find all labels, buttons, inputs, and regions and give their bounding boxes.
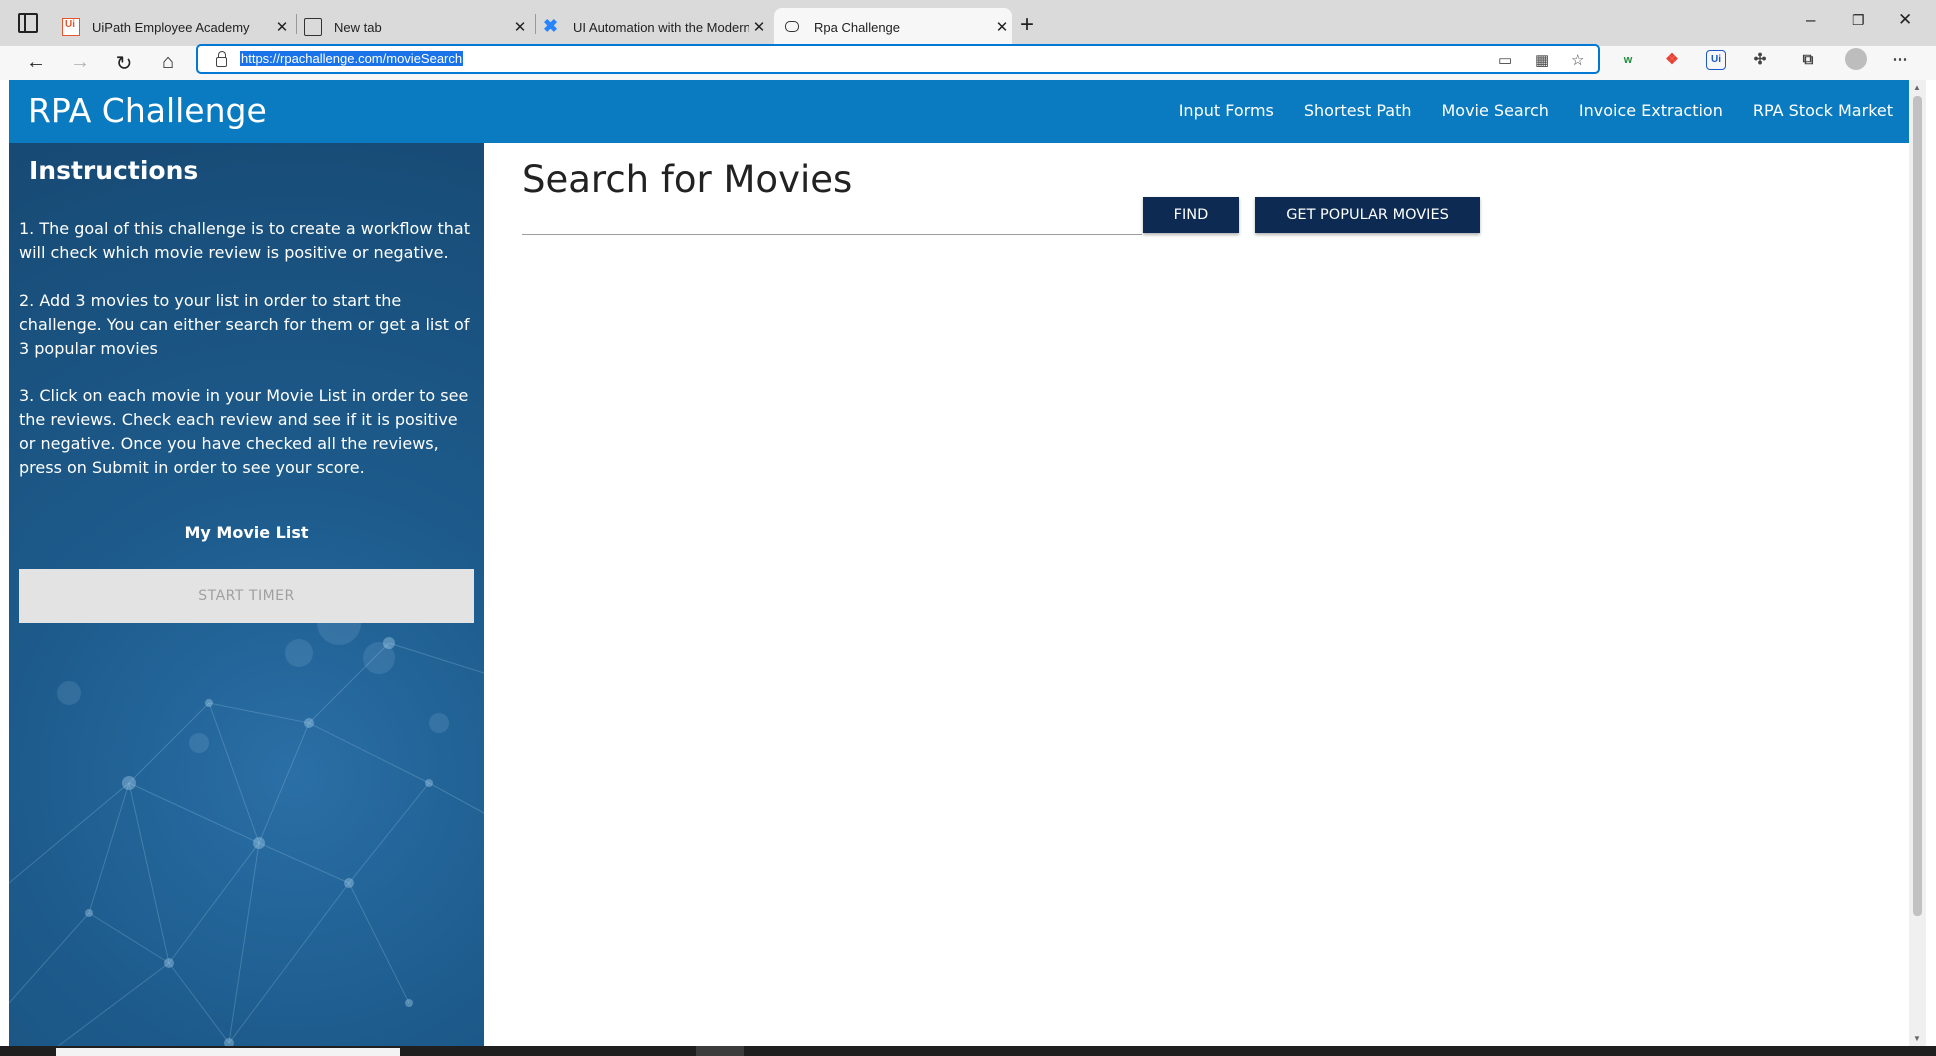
tab-divider: [296, 14, 297, 34]
favorite-star-icon[interactable]: ☆: [1571, 51, 1584, 69]
tab-divider: [535, 14, 536, 34]
scroll-down-icon[interactable]: ▼: [1913, 1034, 1921, 1043]
nav-link-input-forms[interactable]: Input Forms: [1179, 101, 1274, 120]
instruction-step: 3. Click on each movie in your Movie Lis…: [19, 386, 469, 477]
uipath-extension-icon[interactable]: Ui: [1706, 50, 1726, 70]
instruction-step: 1. The goal of this challenge is to crea…: [19, 219, 470, 262]
tab-title: UI Automation with the Modern: [573, 19, 749, 35]
extension-w-icon[interactable]: w: [1618, 50, 1638, 70]
nav-link-movie-search[interactable]: Movie Search: [1441, 101, 1548, 120]
instruction-step: 2. Add 3 movies to your list in order to…: [19, 291, 470, 358]
minimize-icon[interactable]: –: [1806, 10, 1815, 30]
collections-icon[interactable]: ⧉: [1798, 50, 1818, 70]
main-content: Search for Movies FIND GET POPULAR MOVIE…: [484, 143, 1909, 1046]
restore-icon[interactable]: ❐: [1852, 12, 1865, 29]
close-tab-icon[interactable]: ✕: [749, 18, 769, 36]
scrollbar-thumb[interactable]: [1913, 96, 1922, 916]
close-tab-icon[interactable]: ✕: [272, 18, 292, 36]
browser-tab[interactable]: New tab ✕: [304, 8, 530, 46]
site-nav: Input Forms Shortest Path Movie Search I…: [1179, 101, 1893, 120]
os-taskbar: [0, 1046, 1936, 1056]
nav-link-shortest-path[interactable]: Shortest Path: [1304, 101, 1412, 120]
profile-avatar-icon[interactable]: [1845, 48, 1867, 70]
extension-color-icon[interactable]: ❖: [1662, 50, 1682, 70]
tab-title: Rpa Challenge: [814, 19, 901, 35]
browser-tab[interactable]: Ui UiPath Employee Academy ✕: [62, 8, 292, 46]
instructions-title: Instructions: [29, 156, 199, 185]
new-tab-icon[interactable]: +: [1020, 11, 1034, 39]
home-icon[interactable]: ⌂: [156, 51, 180, 74]
site-brand[interactable]: RPA Challenge: [28, 91, 267, 130]
find-button[interactable]: FIND: [1143, 197, 1239, 233]
tab-title: UiPath Employee Academy: [92, 19, 250, 35]
instructions-sidebar: Instructions 1. The goal of this challen…: [9, 143, 484, 1046]
browser-tab-active[interactable]: Rpa Challenge ✕: [774, 8, 1012, 46]
uipath-orange-icon: Ui: [62, 18, 80, 36]
forward-icon[interactable]: →: [68, 51, 92, 74]
movie-search-input[interactable]: [522, 205, 1142, 235]
tab-actions-icon[interactable]: [18, 13, 38, 33]
confluence-icon: ✖: [543, 16, 559, 36]
newtab-page-icon: [304, 18, 322, 36]
back-icon[interactable]: ←: [24, 51, 48, 74]
close-tab-icon[interactable]: ✕: [992, 18, 1012, 36]
nav-link-rpa-stock-market[interactable]: RPA Stock Market: [1753, 101, 1893, 120]
more-menu-icon[interactable]: ⋯: [1890, 50, 1910, 70]
tab-title: New tab: [334, 19, 382, 35]
lock-icon[interactable]: [216, 51, 227, 67]
url-text[interactable]: https://rpachallenge.com/movieSearch: [240, 51, 464, 66]
site-header: RPA Challenge Input Forms Shortest Path …: [9, 80, 1909, 143]
robot-icon: [784, 18, 802, 36]
movie-list-title: My Movie List: [184, 523, 309, 542]
apps-icon[interactable]: ▦: [1535, 51, 1549, 69]
close-window-icon[interactable]: ✕: [1898, 10, 1912, 30]
refresh-icon[interactable]: ↻: [112, 51, 136, 76]
browser-tab[interactable]: ✖ UI Automation with the Modern ✕: [543, 8, 769, 46]
nav-link-invoice-extraction[interactable]: Invoice Extraction: [1579, 101, 1723, 120]
browser-tab-strip: Ui UiPath Employee Academy ✕ New tab ✕ ✖…: [0, 0, 1936, 46]
scroll-up-icon[interactable]: ▲: [1913, 83, 1921, 92]
page-scrollbar[interactable]: ▲ ▼: [1909, 80, 1926, 1046]
address-bar[interactable]: https://rpachallenge.com/movieSearch ▭ ▦…: [196, 44, 1600, 74]
extensions-puzzle-icon[interactable]: ✣: [1750, 50, 1770, 70]
page-title: Search for Movies: [522, 158, 853, 201]
get-popular-movies-button[interactable]: GET POPULAR MOVIES: [1255, 197, 1480, 233]
web-page: RPA Challenge Input Forms Shortest Path …: [9, 80, 1909, 1046]
taskbar-search-box[interactable]: [56, 1048, 400, 1056]
close-tab-icon[interactable]: ✕: [510, 18, 530, 36]
start-timer-button[interactable]: START TIMER: [19, 569, 474, 623]
read-aloud-icon[interactable]: ▭: [1498, 51, 1512, 69]
taskbar-active-app[interactable]: [696, 1046, 744, 1056]
network-background-graphic: [9, 601, 484, 1046]
